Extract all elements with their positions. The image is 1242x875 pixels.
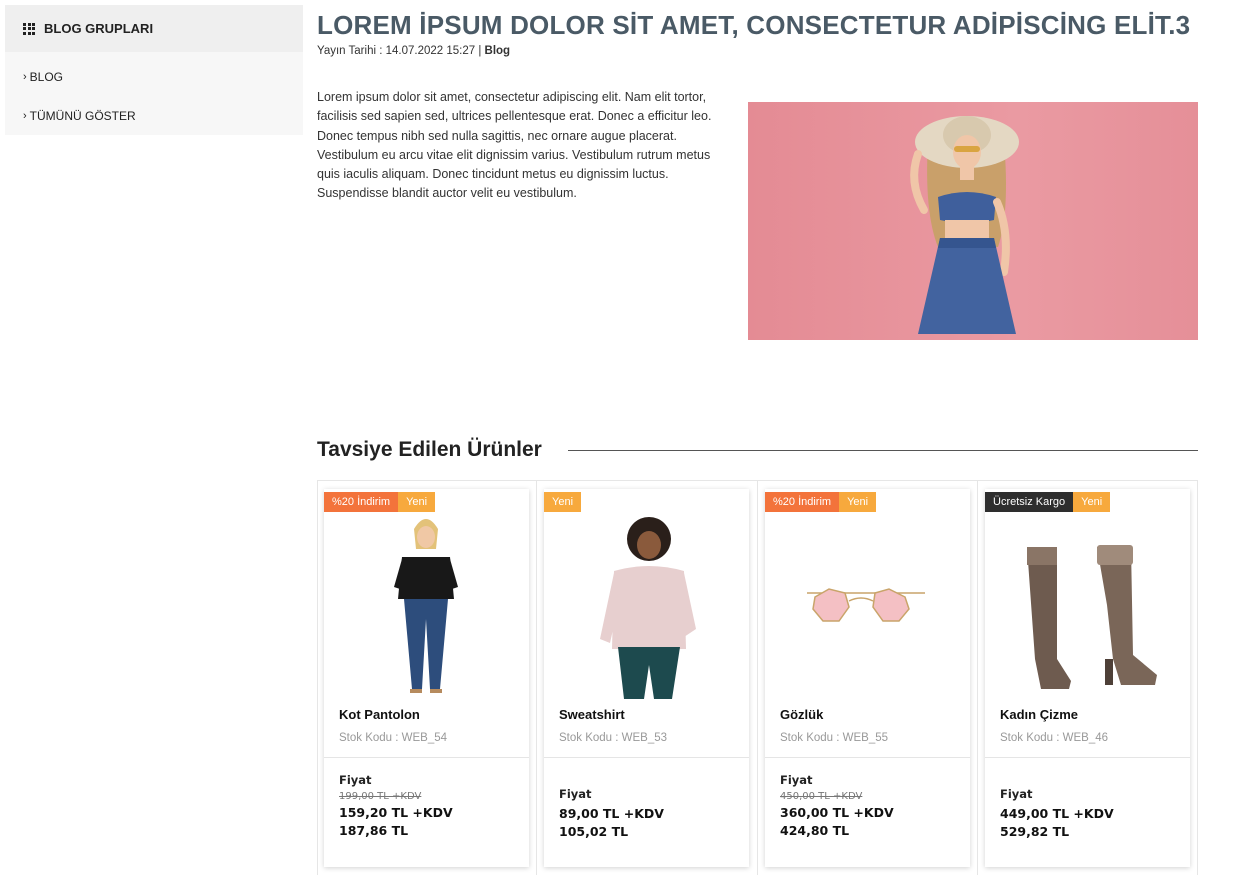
section-title: Tavsiye Edilen Ürünler xyxy=(317,438,542,461)
price-incl-vat: 529,82 TL xyxy=(1000,824,1070,839)
price-incl-vat: 187,86 TL xyxy=(339,823,409,838)
product-card[interactable]: %20 İndirim Yeni Kot Pantolon Stok Kodu … xyxy=(324,489,529,867)
article-category-link[interactable]: Blog xyxy=(485,45,511,57)
new-badge: Yeni xyxy=(839,492,877,512)
price-block: Fiyat 450,00 TL +KDV 360,00 TL +KDV 424,… xyxy=(780,773,894,840)
price-label: Fiyat xyxy=(559,787,592,801)
article-title: LOREM İPSUM DOLOR SİT AMET, CONSECTETUR … xyxy=(317,10,1191,40)
price-label: Fiyat xyxy=(1000,787,1033,801)
product-image[interactable] xyxy=(544,509,749,699)
article-meta: Yayın Tarihi : 14.07.2022 15:27 | Blog xyxy=(317,45,510,57)
sidebar-item-label: BLOG xyxy=(29,69,64,84)
chevron-right-icon: › xyxy=(23,109,27,122)
new-badge: Yeni xyxy=(1073,492,1111,512)
chevron-right-icon: › xyxy=(23,70,27,83)
new-badge: Yeni xyxy=(398,492,436,512)
price-excl-vat: 159,20 TL +KDV xyxy=(339,805,453,820)
sidebar-title: BLOG GRUPLARI xyxy=(44,21,154,36)
recommended-products-grid: %20 İndirim Yeni Kot Pantolon Stok Kodu … xyxy=(317,480,1198,875)
discount-badge: %20 İndirim xyxy=(765,492,840,512)
old-price: 199,00 TL +KDV xyxy=(339,791,422,802)
product-name[interactable]: Gözlük xyxy=(780,707,823,722)
product-sku: Stok Kodu : WEB_53 xyxy=(559,732,668,744)
product-card[interactable]: %20 İndirim Yeni Gözlük Stok Kodu : WEB_… xyxy=(765,489,970,867)
old-price: 450,00 TL +KDV xyxy=(780,791,863,802)
article-body: Lorem ipsum dolor sit amet, consectetur … xyxy=(317,90,712,201)
price-label: Fiyat xyxy=(339,773,372,787)
sidebar-header: BLOG GRUPLARI xyxy=(5,5,303,52)
product-sku: Stok Kodu : WEB_54 xyxy=(339,732,448,744)
product-image[interactable] xyxy=(985,509,1190,699)
price-incl-vat: 424,80 TL xyxy=(780,823,850,838)
price-excl-vat: 360,00 TL +KDV xyxy=(780,805,894,820)
article-hero-image xyxy=(748,102,1198,340)
price-block: Fiyat 89,00 TL +KDV 105,02 TL xyxy=(559,787,664,841)
grid-menu-icon xyxy=(23,22,35,35)
new-badge: Yeni xyxy=(544,492,582,512)
product-image[interactable] xyxy=(765,509,970,699)
product-sku: Stok Kodu : WEB_55 xyxy=(780,732,889,744)
discount-badge: %20 İndirim xyxy=(324,492,399,512)
sidebar-item-blog[interactable]: › BLOG xyxy=(5,57,303,96)
product-name[interactable]: Sweatshirt xyxy=(559,707,625,722)
product-name[interactable]: Kot Pantolon xyxy=(339,707,420,722)
free-shipping-badge: Ücretsiz Kargo xyxy=(985,492,1074,512)
price-label: Fiyat xyxy=(780,773,813,787)
section-divider xyxy=(568,450,1198,451)
blog-groups-sidebar: BLOG GRUPLARI › BLOG › TÜMÜNÜ GÖSTER xyxy=(5,5,303,135)
publish-date: Yayın Tarihi : 14.07.2022 15:27 | xyxy=(317,45,482,57)
product-sku: Stok Kodu : WEB_46 xyxy=(1000,732,1109,744)
price-incl-vat: 105,02 TL xyxy=(559,824,629,839)
product-card[interactable]: Ücretsiz Kargo Yeni Kadın Çizme Stok Kod… xyxy=(985,489,1190,867)
sidebar-item-label: TÜMÜNÜ GÖSTER xyxy=(29,108,136,123)
sidebar-item-show-all[interactable]: › TÜMÜNÜ GÖSTER xyxy=(5,96,303,135)
product-card[interactable]: Yeni Sweatshirt Stok Kodu : WEB_53 Fiyat… xyxy=(544,489,749,867)
product-name[interactable]: Kadın Çizme xyxy=(1000,707,1078,722)
price-block: Fiyat 199,00 TL +KDV 159,20 TL +KDV 187,… xyxy=(339,773,453,840)
price-block: Fiyat 449,00 TL +KDV 529,82 TL xyxy=(1000,787,1114,841)
price-excl-vat: 449,00 TL +KDV xyxy=(1000,806,1114,821)
price-excl-vat: 89,00 TL +KDV xyxy=(559,806,664,821)
product-image[interactable] xyxy=(324,509,529,699)
